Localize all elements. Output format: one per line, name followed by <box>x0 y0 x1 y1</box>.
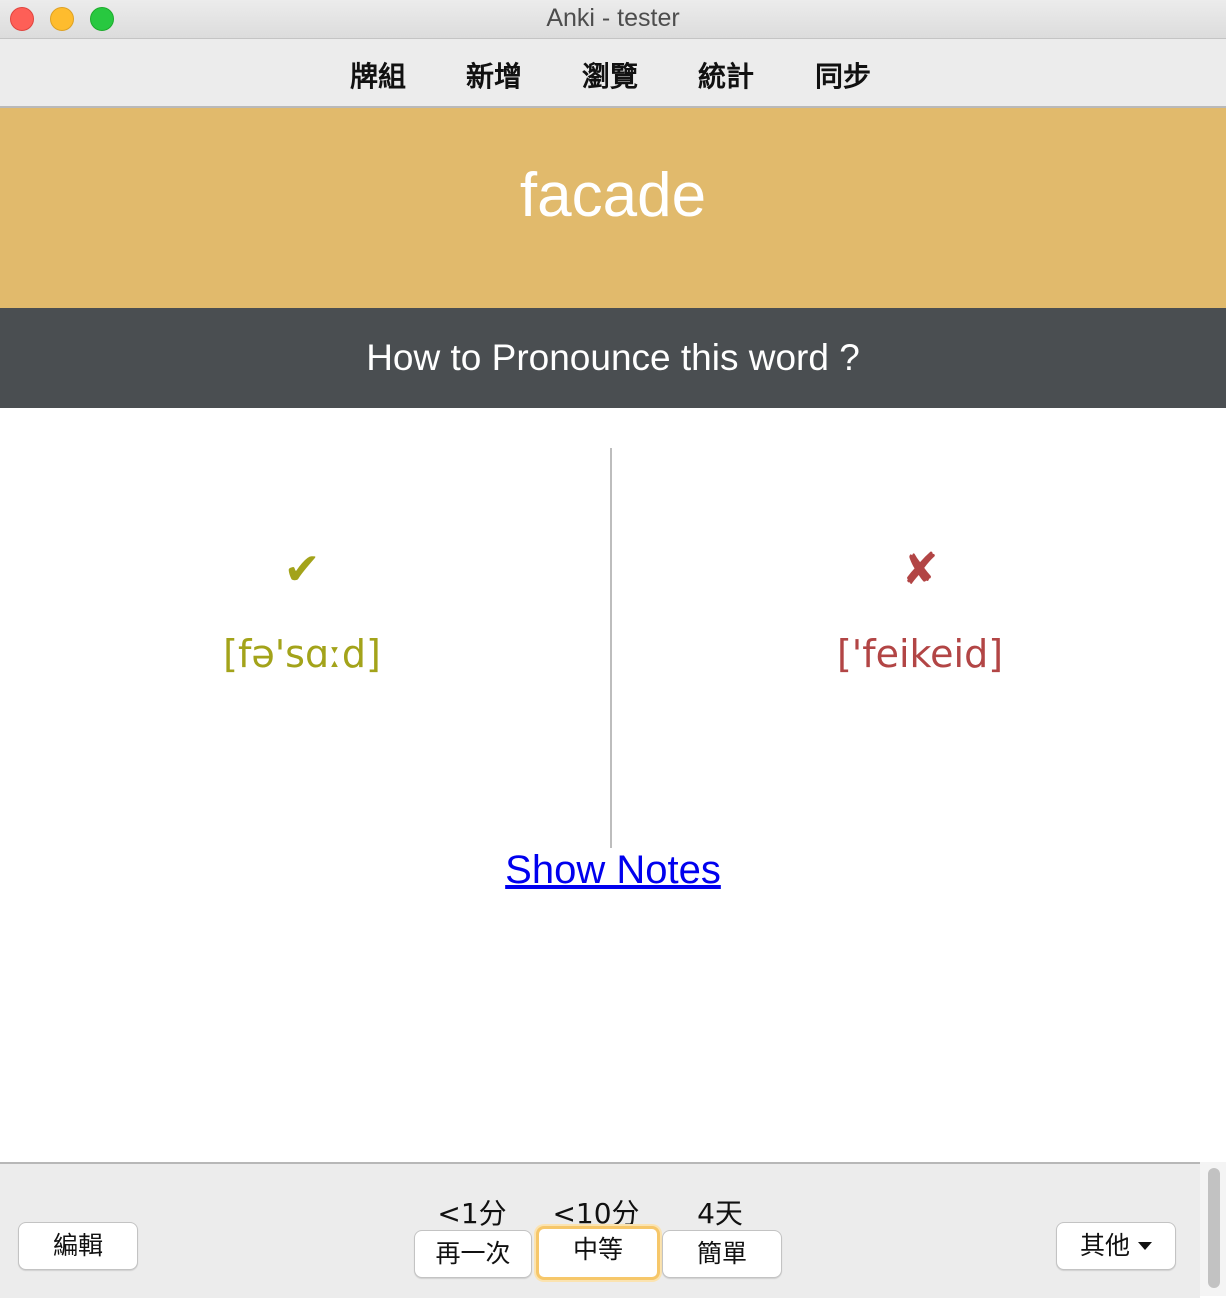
more-button-label: 其他 <box>1079 1231 1130 1260</box>
title-bar: Anki - tester <box>0 0 1226 39</box>
again-interval: <1分 <box>437 1197 507 1230</box>
toolbar-sync[interactable]: 同步 <box>815 55 871 95</box>
card-word: facade <box>519 161 707 230</box>
check-icon: ✔ <box>283 544 321 595</box>
edit-button[interactable]: 編輯 <box>18 1222 138 1270</box>
correct-option: ✔ [fə'sɑːd] <box>92 540 512 678</box>
toolbar-stats[interactable]: 統計 <box>698 55 754 95</box>
show-notes-link[interactable]: Show Notes <box>505 848 721 892</box>
easy-button[interactable]: 簡單 <box>662 1230 782 1278</box>
again-button[interactable]: 再一次 <box>414 1230 532 1278</box>
card-question: How to Pronounce this word ? <box>366 337 860 378</box>
good-button[interactable]: 中等 <box>536 1226 660 1280</box>
wrong-pronunciation: ['feikeid] <box>836 632 1004 676</box>
question-bar: How to Pronounce this word ? <box>0 308 1226 408</box>
toolbar-browse[interactable]: 瀏覽 <box>582 55 638 95</box>
answer-bar: 編輯 <1分 <10分 4天 再一次 中等 簡單 其他 <box>0 1162 1200 1298</box>
scrollbar-thumb[interactable] <box>1208 1168 1220 1288</box>
scrollbar[interactable] <box>1200 1162 1226 1296</box>
easy-interval: 4天 <box>697 1197 743 1230</box>
option-divider <box>610 448 612 848</box>
wrong-option: ✘ ['feikeid] <box>710 540 1130 678</box>
more-button[interactable]: 其他 <box>1056 1222 1176 1270</box>
toolbar-decks[interactable]: 牌組 <box>350 55 406 95</box>
window-title: Anki - tester <box>546 4 680 32</box>
toolbar-add[interactable]: 新增 <box>466 55 522 95</box>
show-notes-container: Show Notes <box>0 848 1226 893</box>
dropdown-caret-icon <box>1138 1241 1152 1250</box>
correct-pronunciation: [fə'sɑːd] <box>223 632 381 676</box>
cross-icon: ✘ <box>901 544 939 595</box>
main-toolbar: 牌組 新增 瀏覽 統計 同步 <box>0 39 1226 108</box>
word-banner: facade <box>0 108 1226 308</box>
